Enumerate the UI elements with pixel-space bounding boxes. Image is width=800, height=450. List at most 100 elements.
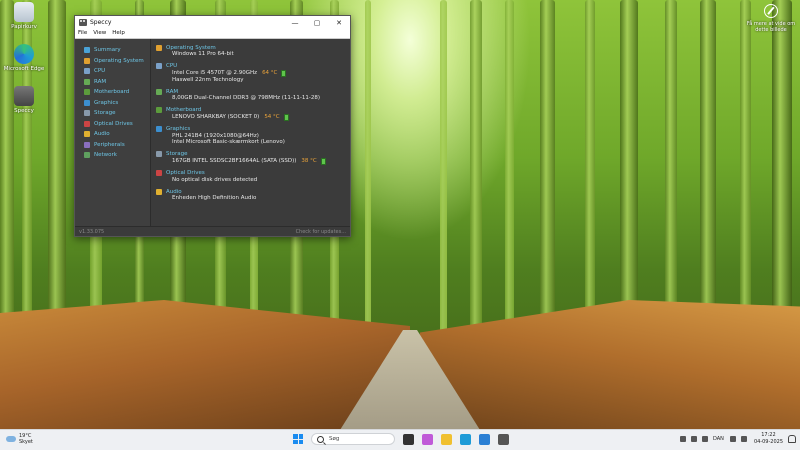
optical-drives-icon <box>84 120 90 127</box>
sidebar-item-graphics[interactable]: Graphics <box>75 98 150 109</box>
sidebar-item-summary[interactable]: Summary <box>75 45 150 56</box>
headset-icon[interactable] <box>680 435 686 442</box>
sidebar-item-label: CPU <box>94 68 106 75</box>
cloud-icon <box>6 436 16 442</box>
notification-bell-icon[interactable] <box>788 434 796 443</box>
edge-icon[interactable] <box>460 433 471 445</box>
desktop-icon-edge[interactable]: Microsoft Edge <box>0 44 48 72</box>
sidebar-item-network[interactable]: Network <box>75 150 150 161</box>
bamboo-stalk <box>440 0 447 335</box>
sidebar-item-label: Motherboard <box>94 89 130 96</box>
section-heading[interactable]: Storage <box>156 151 350 158</box>
store-icon[interactable] <box>479 433 490 445</box>
menu-file[interactable]: File <box>78 29 87 38</box>
file-explorer-icon[interactable] <box>441 433 452 445</box>
detail-text: Haswell 22nm Technology <box>172 76 244 83</box>
sidebar-item-storage[interactable]: Storage <box>75 108 150 119</box>
version-label: v1.33.075 <box>79 228 105 235</box>
detail-text: 8,00GB Dual-Channel DDR3 @ 798MHz (11-11… <box>172 95 321 101</box>
detail-text: Intel Microsoft Basic-skærmkort (Lenovo) <box>172 139 285 145</box>
clock-date: 04-09-2025 <box>753 438 783 445</box>
sidebar-item-cpu[interactable]: CPU <box>75 66 150 77</box>
section-heading[interactable]: Optical Drives <box>156 170 350 177</box>
speccy-icon <box>14 86 34 106</box>
bamboo-stalk <box>470 0 482 335</box>
wifi-icon[interactable] <box>729 435 736 442</box>
minimize-button[interactable]: — <box>284 16 306 29</box>
bamboo-stalk <box>48 0 66 335</box>
bamboo-stalk <box>585 0 595 335</box>
sidebar-item-optical-drives[interactable]: Optical Drives <box>75 119 150 130</box>
section-heading[interactable]: Audio <box>156 188 350 195</box>
camera-icon <box>764 4 778 18</box>
sidebar-item-label: Graphics <box>94 99 119 106</box>
storage-icon <box>84 110 90 117</box>
bamboo-stalk <box>540 0 555 335</box>
sidebar: Summary Operating System CPU RAM Motherboard… <box>75 39 151 227</box>
section-detail-line: Windows 11 Pro 64-bit <box>156 51 350 58</box>
menu-view[interactable]: View <box>93 29 106 38</box>
temperature-value: 64 °C <box>262 69 278 76</box>
storage-icon <box>156 151 162 157</box>
title-bar[interactable]: Speccy — ▢ ✕ <box>75 16 350 29</box>
graphics-icon <box>156 126 162 132</box>
menu-help[interactable]: Help <box>112 29 125 38</box>
taskbar-search[interactable]: Søg <box>311 433 395 445</box>
status-bar: v1.33.075 Check for updates... <box>75 226 350 236</box>
sidebar-item-label: Peripherals <box>94 141 125 148</box>
summary-section-operating-system: Operating System Windows 11 Pro 64-bit <box>156 44 350 58</box>
motherboard-icon <box>156 107 162 113</box>
bamboo-stalk <box>665 0 677 335</box>
speccy-icon[interactable] <box>498 433 509 445</box>
bamboo-stalk <box>505 0 514 335</box>
summary-section-motherboard: Motherboard LENOVO SHARKBAY (SOCKET 0) 54 … <box>156 107 350 121</box>
recycle-bin-icon <box>14 2 34 22</box>
usb-icon[interactable] <box>702 435 708 442</box>
summary-section-graphics: Graphics PHL 241B4 (1920x1080@64Hz) Intel … <box>156 126 350 146</box>
section-detail-line: Intel Core i5 4570T @ 2.90GHz 64 °C <box>156 69 350 77</box>
check-updates-link[interactable]: Check for updates... <box>296 229 346 235</box>
sidebar-item-audio[interactable]: Audio <box>75 129 150 140</box>
audio-icon <box>156 188 162 195</box>
summary-icon <box>84 47 90 54</box>
copilot-icon[interactable] <box>422 433 433 445</box>
taskbar: 19°C Skyet Søg DAN 17:22 04-09-2025 <box>0 429 800 450</box>
network-icon[interactable] <box>691 435 697 442</box>
section-heading[interactable]: CPU <box>156 63 350 70</box>
maximize-button[interactable]: ▢ <box>306 16 328 29</box>
summary-section-storage: Storage 167GB INTEL SSDSC2BF1664AL (SATA … <box>156 151 350 165</box>
section-detail-line: 8,00GB Dual-Channel DDR3 @ 798MHz (11-11… <box>156 95 350 102</box>
speccy-window: Speccy — ▢ ✕ File View Help Summary Opera… <box>74 15 351 237</box>
thermometer-icon <box>320 157 326 165</box>
sidebar-item-motherboard[interactable]: Motherboard <box>75 87 150 98</box>
optical-drives-icon <box>156 170 162 176</box>
sidebar-item-label: Network <box>94 152 117 159</box>
desktop-icon-recycle-bin[interactable]: Papirkurv <box>0 2 48 30</box>
detail-text: Windows 11 Pro 64-bit <box>172 51 234 57</box>
weather-widget[interactable]: 19°C Skyet <box>6 433 33 445</box>
sidebar-item-peripherals[interactable]: Peripherals <box>75 140 150 151</box>
sidebar-item-operating-system[interactable]: Operating System <box>75 56 150 67</box>
close-button[interactable]: ✕ <box>328 16 350 29</box>
cpu-icon <box>84 68 90 75</box>
sidebar-item-ram[interactable]: RAM <box>75 77 150 88</box>
task-view-icon[interactable] <box>403 433 414 445</box>
section-heading[interactable]: Graphics <box>156 126 350 133</box>
graphics-icon <box>84 99 90 106</box>
cpu-icon <box>156 63 162 69</box>
learn-about-picture[interactable]: Få mere at vide om dette billede <box>746 4 796 33</box>
volume-icon[interactable] <box>740 435 747 442</box>
section-detail-line: LENOVO SHARKBAY (SOCKET 0) 54 °C <box>156 113 350 121</box>
section-heading[interactable]: Motherboard <box>156 107 350 114</box>
section-heading[interactable]: Operating System <box>156 44 350 51</box>
section-heading[interactable]: RAM <box>156 88 350 95</box>
window-title: Speccy <box>90 19 112 26</box>
sidebar-item-label: Operating System <box>94 57 144 64</box>
language-indicator[interactable]: DAN <box>713 436 724 442</box>
audio-icon <box>84 131 90 138</box>
start-button[interactable] <box>293 434 303 444</box>
desktop-icon-speccy[interactable]: Speccy <box>0 86 48 114</box>
section-heading-label: Graphics <box>166 126 191 132</box>
summary-section-ram: RAM 8,00GB Dual-Channel DDR3 @ 798MHz (11… <box>156 88 350 102</box>
clock[interactable]: 17:22 04-09-2025 <box>754 432 783 445</box>
